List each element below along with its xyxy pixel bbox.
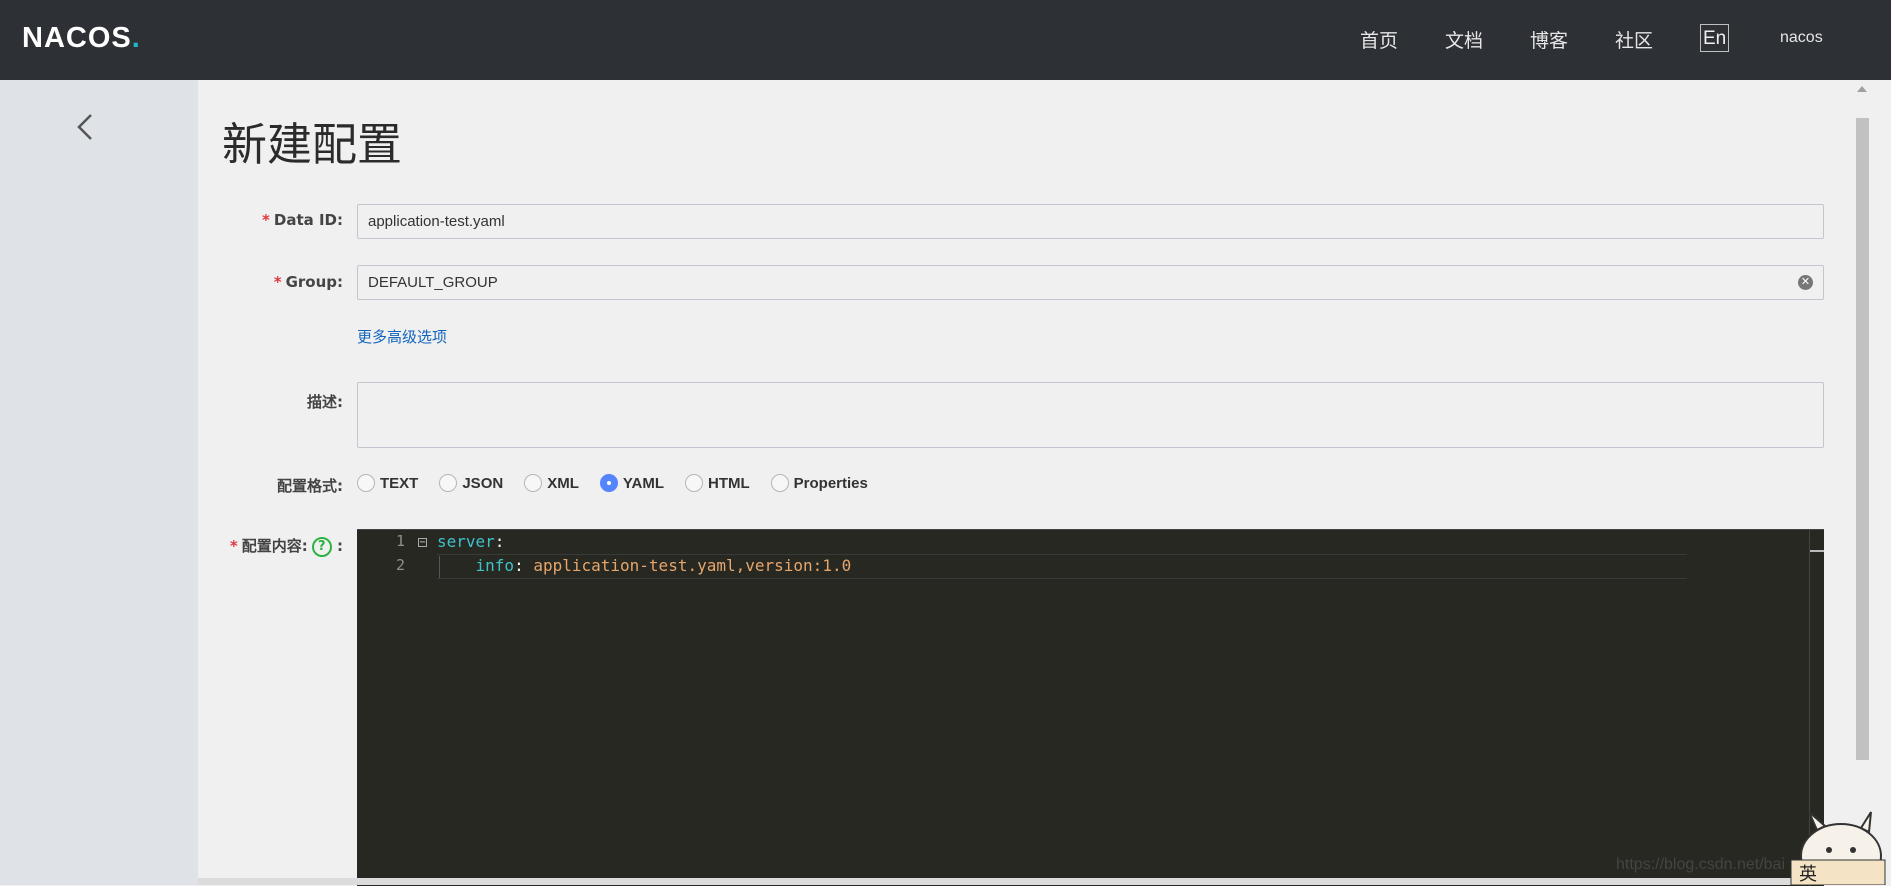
radio-html[interactable]: HTML xyxy=(685,474,750,492)
radio-xml[interactable]: XML xyxy=(524,474,579,492)
group-input[interactable]: DEFAULT_GROUP ✕ xyxy=(357,265,1824,300)
radio-circle-selected[interactable] xyxy=(599,474,618,492)
scroll-up-arrow-icon[interactable] xyxy=(1857,86,1867,92)
content-label: * 配置内容:? : xyxy=(229,536,343,557)
page-scrollbar[interactable] xyxy=(1853,80,1871,885)
nav-blog[interactable]: 博客 xyxy=(1530,26,1568,53)
line-number: 2 xyxy=(395,556,405,574)
radio-properties[interactable]: Properties xyxy=(770,474,868,492)
nav-community[interactable]: 社区 xyxy=(1615,26,1653,53)
logo-text: NACOS xyxy=(22,21,132,54)
group-label: * Group: xyxy=(273,273,343,291)
radio-circle[interactable] xyxy=(357,474,375,492)
radio-circle[interactable] xyxy=(524,474,543,492)
clear-icon[interactable]: ✕ xyxy=(1798,275,1813,290)
scroll-thumb[interactable] xyxy=(1856,118,1869,760)
required-marker: * xyxy=(262,211,270,229)
ime-label: 英 xyxy=(1799,864,1817,885)
code-line: info: application-test.yaml,version:1.0 xyxy=(475,556,852,575)
description-textarea[interactable] xyxy=(357,382,1824,448)
help-icon[interactable]: ? xyxy=(311,536,332,557)
radio-circle[interactable] xyxy=(439,474,458,492)
nacos-logo[interactable]: NACOS. xyxy=(22,21,141,55)
format-label: 配置格式: xyxy=(277,477,343,495)
radio-circle[interactable] xyxy=(685,474,703,492)
back-arrow-icon[interactable] xyxy=(74,112,96,142)
description-label: 描述: xyxy=(307,393,343,411)
format-radio-group: TEXT JSON XML YAML HTML Properties xyxy=(357,474,889,492)
page-title: 新建配置 xyxy=(222,118,403,171)
radio-json[interactable]: JSON xyxy=(439,474,503,492)
line-number: 1 xyxy=(395,532,405,550)
main-content: 新建配置 * Data ID: application-test.yaml * Gr… xyxy=(198,80,1853,886)
required-marker: * xyxy=(273,273,282,291)
language-toggle-button[interactable]: En xyxy=(1700,24,1730,52)
nav-home[interactable]: 首页 xyxy=(1360,26,1398,53)
sidebar xyxy=(0,80,198,885)
fold-toggle-icon[interactable]: − xyxy=(418,538,427,548)
radio-text[interactable]: TEXT xyxy=(357,474,418,492)
code-editor[interactable]: 1 2 − server: info: application-test.yam… xyxy=(357,529,1824,886)
data-id-label: * Data ID: xyxy=(262,211,343,229)
radio-circle[interactable] xyxy=(770,474,789,492)
required-marker: * xyxy=(229,537,238,555)
data-id-input[interactable]: application-test.yaml xyxy=(357,204,1824,239)
radio-yaml[interactable]: YAML xyxy=(599,474,664,492)
group-value: DEFAULT_GROUP xyxy=(368,274,498,291)
advanced-options-link[interactable]: 更多高级选项 xyxy=(357,326,447,347)
nav-docs[interactable]: 文档 xyxy=(1445,26,1483,53)
bottom-strip xyxy=(198,878,1853,885)
editor-scroll-marker xyxy=(1810,550,1824,552)
top-navbar: NACOS. 首页 文档 博客 社区 En nacos xyxy=(0,0,1891,80)
user-menu[interactable]: nacos xyxy=(1780,29,1823,47)
logo-dot: . xyxy=(131,21,141,54)
watermark-text: https://blog.csdn.net/bai xyxy=(1616,856,1785,873)
editor-gutter: 1 2 xyxy=(357,530,413,886)
ime-mascot-icon[interactable]: 英 xyxy=(1789,808,1887,885)
code-line: server: xyxy=(437,532,505,551)
